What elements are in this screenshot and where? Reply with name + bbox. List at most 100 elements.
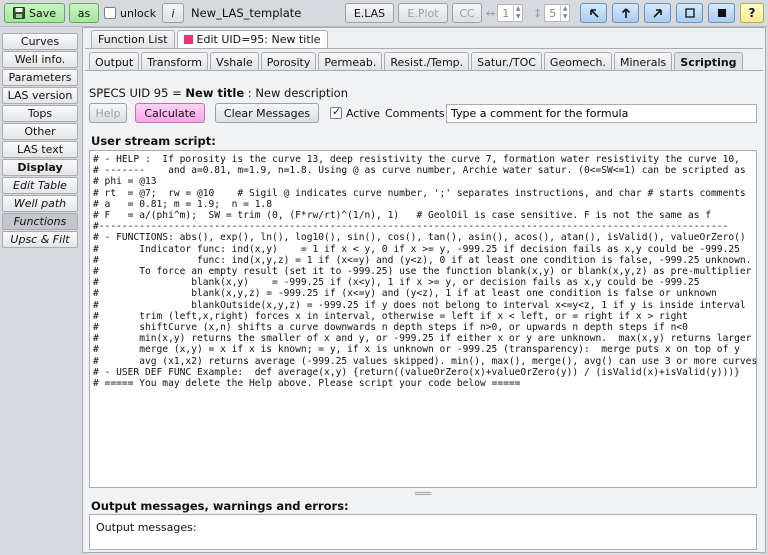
horizontal-spinner[interactable]: ↔ 1 ▲ ▼ <box>486 3 526 23</box>
specs-prefix: SPECS UID 95 = <box>89 86 186 100</box>
tab-label: Function List <box>98 33 168 46</box>
tab-porosity[interactable]: Porosity <box>260 52 317 71</box>
help-button[interactable]: ? <box>740 3 764 23</box>
sidebar-item-other[interactable]: Other <box>2 123 78 140</box>
arrow-up-icon <box>620 7 632 19</box>
tab-scripting[interactable]: Scripting <box>674 52 743 71</box>
sidebar-item-parameters[interactable]: Parameters <box>2 69 78 86</box>
sidebar-item-label: Tops <box>27 107 53 120</box>
tab-edit-uid[interactable]: Edit UID=95: New title <box>176 30 328 48</box>
cc-label: CC <box>459 6 475 20</box>
sidebar-item-upsc-filt[interactable]: Upsc & Filt <box>2 231 78 248</box>
tab-vshale[interactable]: Vshale <box>209 52 259 71</box>
tab-function-list[interactable]: Function List <box>91 30 175 48</box>
sidebar-item-well-info[interactable]: Well info. <box>2 51 78 68</box>
top-tabs: Function List Edit UID=95: New title <box>91 30 328 48</box>
floppy-disk-icon <box>12 7 25 19</box>
save-as-button[interactable]: as <box>69 3 99 23</box>
output-title: Output messages, warnings and errors: <box>91 499 349 513</box>
vertical-arrows-icon: ↕ <box>533 6 543 20</box>
sidebar-item-label: Parameters <box>8 71 72 84</box>
tab-output[interactable]: Output <box>89 52 140 71</box>
unlock-label: unlock <box>120 6 157 20</box>
tab-label: Satur./TOC <box>477 55 536 69</box>
script-help-button[interactable]: Help <box>89 103 127 123</box>
info-button[interactable]: i <box>162 3 184 23</box>
sidebar-item-label: Upsc & Filt <box>10 233 70 246</box>
tab-label: Vshale <box>215 55 253 69</box>
output-messages: Output messages: <box>89 514 757 550</box>
tab-resist-temp[interactable]: Resist./Temp. <box>384 52 470 71</box>
sidebar-item-label: Other <box>24 125 56 138</box>
clear-messages-button[interactable]: Clear Messages <box>215 103 319 123</box>
vertical-spinner-field[interactable]: 5 ▲ ▼ <box>544 4 571 22</box>
tab-label: Scripting <box>680 55 737 69</box>
filled-square-icon <box>716 7 728 19</box>
eplot-button[interactable]: E.Plot <box>398 3 448 23</box>
cc-button[interactable]: CC <box>452 3 482 23</box>
horizontal-spinner-value: 1 <box>502 6 510 20</box>
scripting-panel: SPECS UID 95 = New title : New descripti… <box>85 70 763 551</box>
active-toggle[interactable]: Active <box>330 103 380 123</box>
horizontal-spinner-field[interactable]: 1 ▲ ▼ <box>497 4 524 22</box>
horizontal-arrows-icon: ↔ <box>486 6 496 20</box>
tab-label: Minerals <box>619 55 667 69</box>
elas-button[interactable]: E.LAS <box>345 3 394 23</box>
arrow-up-button[interactable] <box>612 3 639 23</box>
comments-label: Comments: <box>385 106 449 120</box>
specs-separator: : <box>244 86 256 100</box>
toolbar: Save as unlock i New_LAS_template E.LAS … <box>0 0 768 27</box>
sidebar-item-label: LAS text <box>16 143 64 156</box>
elas-label: E.LAS <box>353 6 386 20</box>
sidebar-item-tops[interactable]: Tops <box>2 105 78 122</box>
vertical-spinner-value: 5 <box>549 6 557 20</box>
sidebar-item-display[interactable]: Display <box>2 159 78 176</box>
splitter-handle[interactable] <box>89 490 757 496</box>
sidebar-item-functions[interactable]: Functions <box>2 213 78 230</box>
arrow-up-left-icon <box>588 7 600 19</box>
script-editor[interactable]: # - HELP : If porosity is the curve 13, … <box>89 150 757 488</box>
tab-permeab[interactable]: Permeab. <box>318 52 383 71</box>
sidebar-item-well-path[interactable]: Well path <box>2 195 78 212</box>
active-checkbox[interactable] <box>330 105 342 119</box>
specs-line: SPECS UID 95 = New title : New descripti… <box>89 86 348 100</box>
vertical-spinner[interactable]: ↕ 5 ▲ ▼ <box>533 3 573 23</box>
spinner-arrows-icon[interactable]: ▲ ▼ <box>513 4 522 22</box>
sidebar-item-label: Display <box>17 161 63 174</box>
modified-marker-icon <box>183 35 193 44</box>
calculate-button[interactable]: Calculate <box>135 103 205 123</box>
output-messages-text: Output messages: <box>96 521 197 534</box>
sidebar-item-las-text[interactable]: LAS text <box>2 141 78 158</box>
comment-input[interactable] <box>446 104 757 123</box>
sidebar-item-las-version[interactable]: LAS version <box>2 87 78 104</box>
tab-minerals[interactable]: Minerals <box>613 52 673 71</box>
tab-transform[interactable]: Transform <box>141 52 208 71</box>
specs-title: New title <box>185 86 245 100</box>
empty-square-icon <box>684 7 696 19</box>
arrow-up-left-button[interactable] <box>580 3 607 23</box>
sidebar-item-label: Well info. <box>14 53 66 66</box>
sidebar-item-curves[interactable]: Curves <box>2 33 78 50</box>
unlock-checkbox[interactable] <box>104 7 116 19</box>
eplot-label: E.Plot <box>407 6 439 20</box>
tab-geomech[interactable]: Geomech. <box>543 52 612 71</box>
save-button-label: Save <box>28 6 56 20</box>
unlock-toggle[interactable]: unlock <box>104 3 158 23</box>
tab-label: Porosity <box>266 55 311 69</box>
clear-messages-label: Clear Messages <box>223 106 311 120</box>
info-icon: i <box>171 6 175 20</box>
arrow-up-right-button[interactable] <box>644 3 671 23</box>
tab-satur-toc[interactable]: Satur./TOC <box>471 52 542 71</box>
template-name: New_LAS_template <box>191 6 302 20</box>
sidebar-item-label: Edit Table <box>13 179 67 192</box>
sidebar-item-label: Well path <box>13 197 67 210</box>
sidebar-item-edit-table[interactable]: Edit Table <box>2 177 78 194</box>
save-button[interactable]: Save <box>4 3 65 23</box>
sidebar-item-label: Functions <box>13 215 67 228</box>
sidebar-item-label: Curves <box>20 35 60 48</box>
arrow-up-right-icon <box>652 7 664 19</box>
window-button[interactable] <box>676 3 703 23</box>
stop-button[interactable] <box>708 3 735 23</box>
script-title: User stream script: <box>91 134 216 148</box>
spinner-arrows-icon[interactable]: ▲ ▼ <box>560 4 569 22</box>
